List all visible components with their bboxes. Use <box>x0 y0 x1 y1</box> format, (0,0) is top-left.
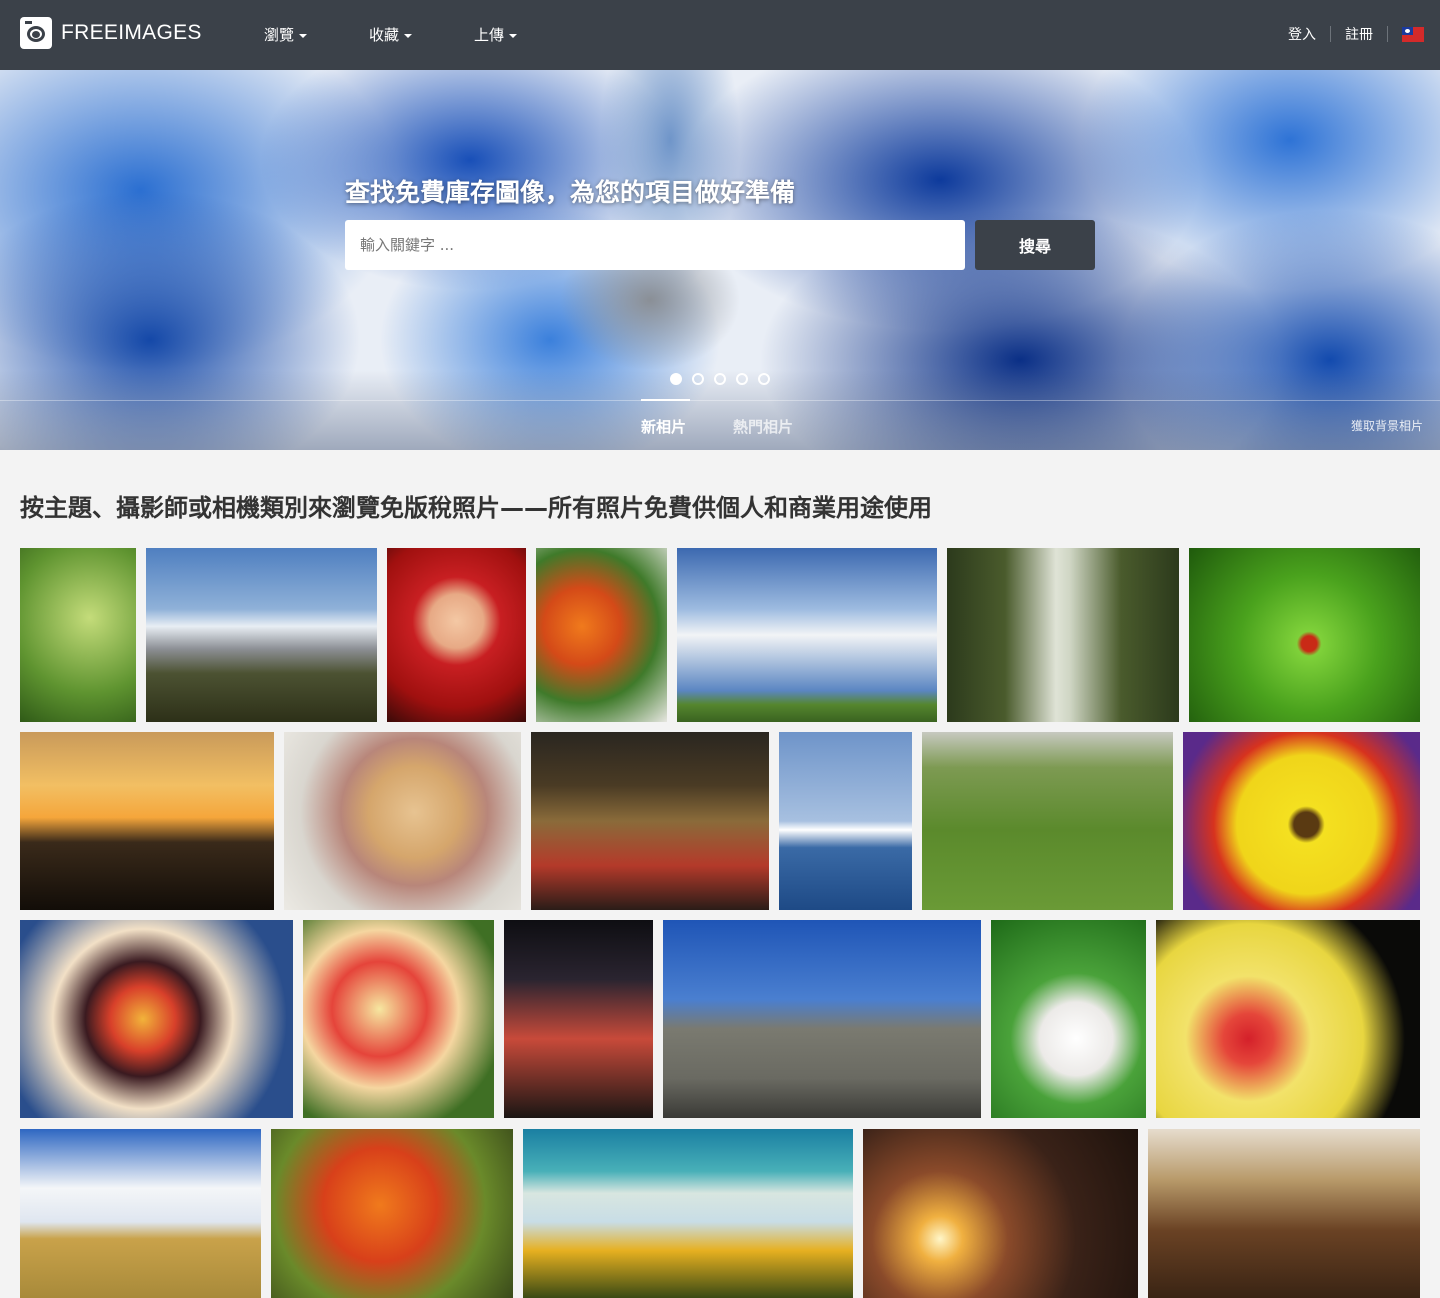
top-navbar: FREEIMAGES 瀏覽 收藏 上傳 登入 註冊 <box>0 0 1440 70</box>
photo-children-playing-in-park[interactable] <box>922 732 1173 910</box>
hero-banner: 查找免費庫存圖像，為您的項目做好準備 搜尋 新相片 熱門相片 獲取背景相片 <box>0 70 1440 450</box>
hero-title: 查找免費庫存圖像，為您的項目做好準備 <box>345 178 796 207</box>
register-link[interactable]: 註冊 <box>1345 24 1373 44</box>
carousel-dot[interactable] <box>736 373 748 385</box>
divider <box>0 400 1440 401</box>
photo-red-yellow-tulips[interactable] <box>303 920 494 1118</box>
tab-popular-photos[interactable]: 熱門相片 <box>733 416 793 437</box>
photo-hillside-town[interactable] <box>663 920 981 1118</box>
carousel-dot[interactable] <box>670 373 682 385</box>
photo-bunny-in-santa-hat[interactable] <box>991 920 1146 1118</box>
camera-logo-icon <box>20 17 52 49</box>
browse-menu-label: 瀏覽 <box>264 26 295 44</box>
login-link[interactable]: 登入 <box>1288 24 1316 44</box>
taiwan-flag-icon[interactable] <box>1402 26 1424 42</box>
photo-baby-in-santa-hat[interactable] <box>387 548 526 722</box>
photo-snow-capped-mountain[interactable] <box>146 548 377 722</box>
carousel-dot[interactable] <box>714 373 726 385</box>
photo-golden-retriever-puppy[interactable] <box>284 732 521 910</box>
upload-menu[interactable]: 上傳 <box>474 24 518 45</box>
photo-sailboat-at-sea[interactable] <box>779 732 912 910</box>
collections-menu[interactable]: 收藏 <box>369 24 413 45</box>
chevron-down-icon <box>404 33 413 38</box>
photo-beach-with-sunflowers[interactable] <box>523 1129 853 1298</box>
site-logo[interactable]: FREEIMAGES <box>20 17 202 49</box>
photo-city-street-night-traffic[interactable] <box>531 732 769 910</box>
chevron-down-icon <box>509 33 518 38</box>
photo-clouds-over-wheat-field[interactable] <box>20 1129 261 1298</box>
photo-yellow-hibiscus[interactable] <box>1156 920 1420 1118</box>
photo-water-drop-on-leaf[interactable] <box>20 548 136 722</box>
browse-menu[interactable]: 瀏覽 <box>264 24 308 45</box>
active-tab-indicator <box>641 399 690 401</box>
photo-dining-room-table[interactable] <box>1148 1129 1420 1298</box>
upload-menu-label: 上傳 <box>474 26 505 44</box>
photo-neon-city-night[interactable] <box>504 920 653 1118</box>
divider <box>1387 26 1388 42</box>
photo-ladybug-on-leaf[interactable] <box>1189 548 1420 722</box>
carousel-dot[interactable] <box>758 373 770 385</box>
search-button[interactable]: 搜尋 <box>975 220 1095 270</box>
background-credit-link[interactable]: 獲取背景相片 <box>1351 417 1423 434</box>
carousel-dots <box>670 373 780 385</box>
tab-new-photos[interactable]: 新相片 <box>641 416 686 437</box>
photo-palm-tree-avenue[interactable] <box>947 548 1179 722</box>
photo-clouds-over-field[interactable] <box>677 548 937 722</box>
photo-fruit-tarts[interactable] <box>20 920 293 1118</box>
photo-yellow-gerbera-flower[interactable] <box>1183 732 1420 910</box>
section-heading: 按主題、攝影師或相機類別來瀏覽免版稅照片——所有照片免費供個人和商業用途使用 <box>20 494 932 522</box>
photo-building-with-flag-at-sunset[interactable] <box>863 1129 1138 1298</box>
chevron-down-icon <box>299 33 308 38</box>
photo-autumn-maple-leaves[interactable] <box>271 1129 513 1298</box>
photo-sunset-tree-silhouettes[interactable] <box>20 732 274 910</box>
photo-garden-flowers[interactable] <box>536 548 667 722</box>
carousel-dot[interactable] <box>692 373 704 385</box>
search-input[interactable] <box>345 220 965 270</box>
logo-text: FREEIMAGES <box>61 21 202 44</box>
collections-menu-label: 收藏 <box>369 26 400 44</box>
divider <box>1330 26 1331 42</box>
